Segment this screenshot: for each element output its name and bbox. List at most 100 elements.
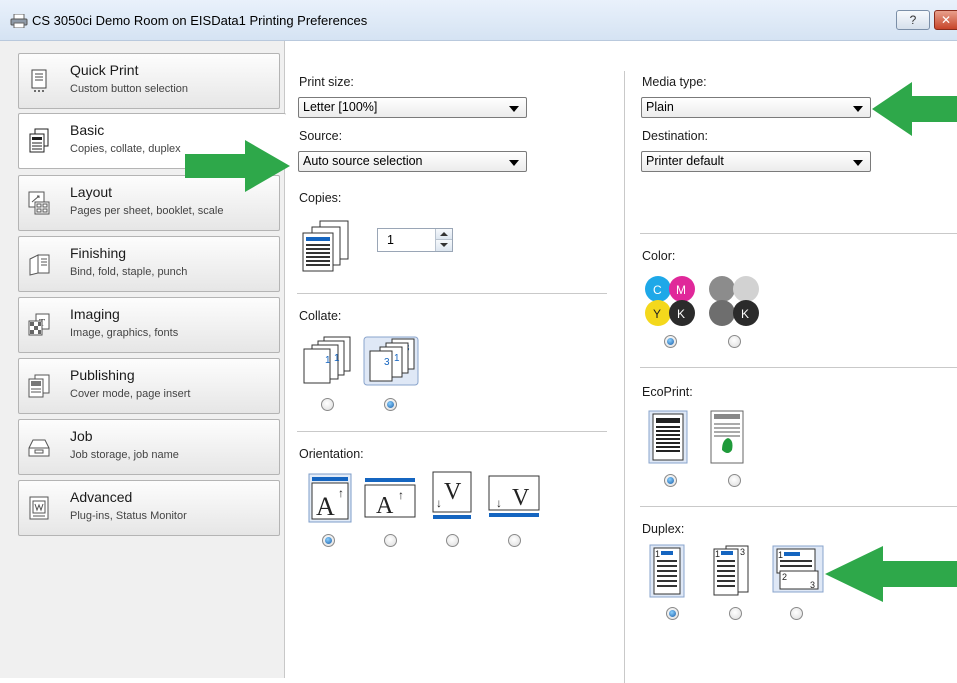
chevron-down-icon bbox=[853, 106, 863, 112]
finishing-icon bbox=[29, 254, 50, 276]
layout-icon bbox=[28, 191, 50, 215]
sidebar-item-label: Finishing bbox=[70, 245, 127, 261]
orientation-label: Orientation: bbox=[299, 447, 364, 461]
media-type-label: Media type: bbox=[642, 75, 707, 89]
title-bar: CS 3050ci Demo Room on EISData1 Printing… bbox=[0, 0, 957, 41]
black-and-white-icon[interactable]: K bbox=[706, 273, 762, 329]
ecoprint-on-icon[interactable] bbox=[710, 410, 744, 464]
sidebar-item-label: Publishing bbox=[70, 367, 135, 383]
divider bbox=[297, 431, 607, 432]
source-value: Auto source selection bbox=[303, 154, 423, 168]
sidebar-item-label: Imaging bbox=[70, 306, 120, 322]
cmyk-letter: K bbox=[677, 307, 685, 321]
decrement-button[interactable] bbox=[436, 240, 452, 251]
divider bbox=[640, 506, 957, 507]
collated-icon[interactable]: 3 2 1 3 bbox=[360, 333, 422, 389]
divider bbox=[297, 293, 607, 294]
sidebar-item-desc: Plug-ins, Status Monitor bbox=[70, 510, 187, 522]
publishing-icon bbox=[28, 374, 50, 398]
source-select[interactable]: Auto source selection bbox=[298, 151, 527, 172]
duplex-1-sided-radio[interactable] bbox=[666, 607, 679, 620]
print-size-value: Letter [100%] bbox=[303, 100, 378, 114]
green-arrow-icon bbox=[872, 82, 957, 136]
svg-text:V: V bbox=[512, 485, 530, 511]
divider bbox=[640, 233, 957, 234]
svg-text:↑: ↑ bbox=[338, 486, 344, 500]
sidebar-item-label: Quick Print bbox=[70, 62, 139, 78]
sidebar-item-quick-print[interactable]: Quick Print Custom button selection bbox=[18, 53, 280, 109]
rotated-landscape-radio[interactable] bbox=[508, 534, 521, 547]
duplex-short-edge-icon[interactable]: 1 2 3 bbox=[772, 545, 824, 593]
sidebar: Quick Print Custom button selection Basi… bbox=[0, 41, 286, 678]
ecoprint-label: EcoPrint: bbox=[642, 385, 693, 399]
color-radio[interactable] bbox=[664, 335, 677, 348]
collate-on-radio[interactable] bbox=[384, 398, 397, 411]
advanced-icon bbox=[29, 496, 49, 520]
media-type-value: Plain bbox=[646, 100, 674, 114]
landscape-orientation-icon[interactable]: A ↑ bbox=[364, 477, 416, 519]
color-cmyk-icon[interactable]: C M Y K bbox=[642, 273, 698, 329]
sidebar-item-label: Job bbox=[70, 428, 93, 444]
green-arrow-icon bbox=[825, 546, 957, 602]
sidebar-item-desc: Bind, fold, staple, punch bbox=[70, 266, 188, 278]
quick-print-icon bbox=[31, 69, 47, 92]
sidebar-item-desc: Copies, collate, duplex bbox=[70, 143, 181, 155]
svg-text:3: 3 bbox=[740, 547, 745, 557]
sidebar-item-desc: Image, graphics, fonts bbox=[70, 327, 179, 339]
destination-select[interactable]: Printer default bbox=[641, 151, 871, 172]
help-button[interactable]: ? bbox=[896, 10, 930, 30]
print-size-label: Print size: bbox=[299, 75, 354, 89]
duplex-long-edge-icon[interactable]: 3 1 bbox=[710, 543, 752, 599]
cmyk-letter: M bbox=[676, 283, 686, 297]
basic-icon bbox=[29, 128, 49, 153]
sidebar-item-label: Advanced bbox=[70, 489, 133, 505]
svg-text:A: A bbox=[316, 492, 335, 521]
sidebar-item-job[interactable]: Job Job storage, job name bbox=[18, 419, 280, 475]
rotated-portrait-orientation-icon[interactable]: V ↓ bbox=[432, 471, 472, 521]
close-button[interactable]: ✕ bbox=[934, 10, 957, 30]
landscape-radio[interactable] bbox=[384, 534, 397, 547]
black-and-white-radio[interactable] bbox=[728, 335, 741, 348]
svg-text:1: 1 bbox=[334, 353, 340, 364]
cmyk-letter: C bbox=[653, 283, 662, 297]
duplex-1-sided-icon[interactable]: 1 bbox=[646, 543, 688, 599]
media-type-select[interactable]: Plain bbox=[641, 97, 871, 118]
source-label: Source: bbox=[299, 129, 343, 143]
collate-off-radio[interactable] bbox=[321, 398, 334, 411]
svg-text:↑: ↑ bbox=[398, 488, 404, 502]
rotated-landscape-orientation-icon[interactable]: V ↓ bbox=[488, 475, 540, 519]
svg-text:1: 1 bbox=[715, 549, 720, 559]
imaging-icon: T bbox=[28, 313, 50, 336]
uncollated-icon[interactable]: 2 2 1 1 bbox=[298, 333, 356, 389]
svg-text:1: 1 bbox=[655, 549, 660, 559]
sidebar-item-advanced[interactable]: Advanced Plug-ins, Status Monitor bbox=[18, 480, 280, 536]
chevron-down-icon bbox=[509, 106, 519, 112]
portrait-orientation-icon[interactable]: A ↑ bbox=[308, 473, 352, 523]
ecoprint-off-radio[interactable] bbox=[664, 474, 677, 487]
increment-button[interactable] bbox=[436, 229, 452, 240]
copies-value: 1 bbox=[387, 233, 394, 247]
divider bbox=[640, 367, 957, 368]
svg-text:3: 3 bbox=[810, 580, 815, 590]
copies-stepper[interactable]: 1 bbox=[377, 228, 453, 252]
portrait-radio[interactable] bbox=[322, 534, 335, 547]
sidebar-item-finishing[interactable]: Finishing Bind, fold, staple, punch bbox=[18, 236, 280, 292]
green-arrow-icon bbox=[185, 140, 290, 192]
duplex-long-edge-radio[interactable] bbox=[729, 607, 742, 620]
sidebar-item-label: Basic bbox=[70, 122, 105, 138]
sidebar-item-publishing[interactable]: Publishing Cover mode, page insert bbox=[18, 358, 280, 414]
ecoprint-off-icon[interactable] bbox=[648, 410, 688, 464]
svg-text:1: 1 bbox=[325, 355, 331, 366]
sidebar-item-desc: Cover mode, page insert bbox=[70, 388, 191, 400]
sidebar-item-label: Layout bbox=[70, 184, 113, 200]
sidebar-item-imaging[interactable]: T Imaging Image, graphics, fonts bbox=[18, 297, 280, 353]
stepper-buttons bbox=[435, 229, 452, 251]
printer-icon bbox=[10, 14, 28, 28]
column-divider bbox=[624, 71, 625, 683]
duplex-short-edge-radio[interactable] bbox=[790, 607, 803, 620]
print-size-select[interactable]: Letter [100%] bbox=[298, 97, 527, 118]
svg-text:1: 1 bbox=[394, 353, 400, 364]
rotated-portrait-radio[interactable] bbox=[446, 534, 459, 547]
copies-label: Copies: bbox=[299, 191, 342, 205]
ecoprint-on-radio[interactable] bbox=[728, 474, 741, 487]
